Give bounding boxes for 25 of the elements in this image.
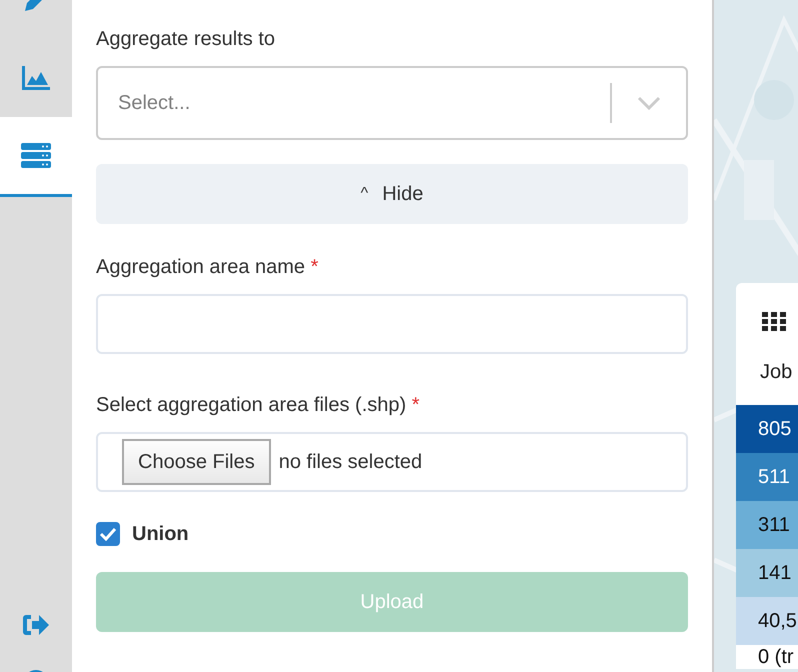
checkbox-label: Union [132, 522, 189, 546]
placeholder-text: Select... [117, 92, 192, 114]
chevron-down-icon [637, 96, 661, 110]
legend-row: 805 [736, 405, 798, 453]
server-icon [21, 142, 51, 168]
choose-files-button[interactable]: Choose Files [122, 439, 271, 485]
input-field[interactable] [96, 294, 688, 354]
legend-row: 40,5 [736, 597, 798, 645]
field-label: Aggregation area name * [96, 255, 320, 280]
area-chart-icon [21, 65, 51, 91]
legend-row: 141 [736, 549, 798, 597]
field-label: Select aggregation area files (.shp) * [96, 393, 421, 418]
toggle-button[interactable]: ^ Hide [96, 164, 688, 224]
sign-out-icon [22, 613, 50, 637]
legend-subtitle: Job [759, 361, 794, 385]
field-label: Aggregate results to [96, 27, 276, 52]
select-dropdown[interactable]: Select... [96, 66, 688, 140]
file-status: no files selected [278, 450, 422, 474]
legend-row: 511 [736, 453, 798, 501]
file-input[interactable]: Choose Files no files selected [96, 432, 688, 492]
checkbox[interactable] [96, 522, 120, 546]
legend-row: 311 [736, 501, 798, 549]
checkmark-icon [99, 527, 117, 541]
grid-icon [762, 312, 786, 332]
sidebar-tab[interactable] [0, 117, 72, 197]
